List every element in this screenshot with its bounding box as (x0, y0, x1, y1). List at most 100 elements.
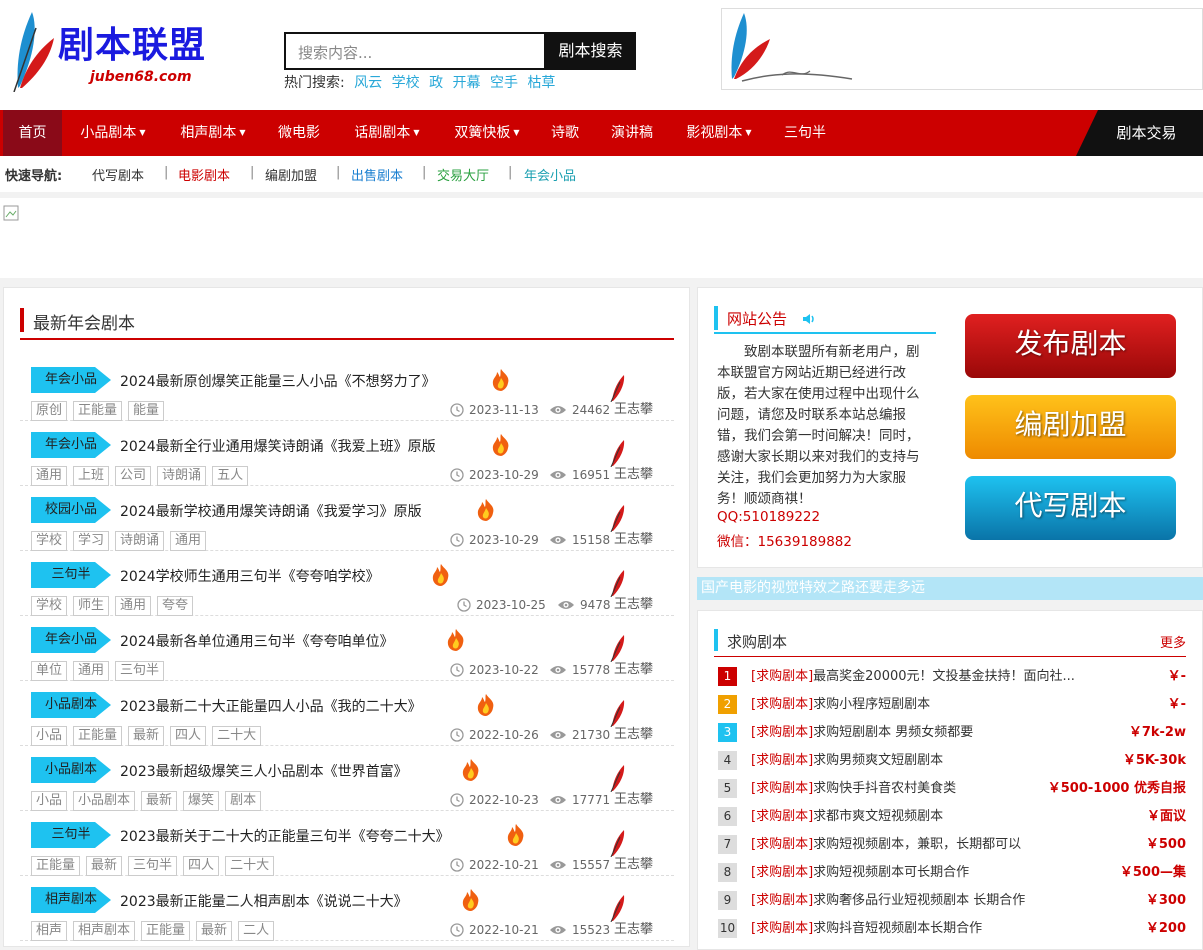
category-badge[interactable]: 小品剧本 (31, 692, 111, 718)
hot-term[interactable]: 开幕 (453, 75, 481, 91)
tag[interactable]: 最新 (128, 726, 165, 746)
tag[interactable]: 原创 (31, 401, 68, 421)
ghostwrite-button[interactable]: 代写剧本 (965, 476, 1176, 540)
buy-request-text[interactable]: [求购剧本]求购短视频剧本可长期合作 (751, 859, 969, 887)
hot-term[interactable]: 枯草 (527, 75, 555, 91)
tag[interactable]: 通用 (170, 531, 207, 551)
category-badge[interactable]: 年会小品 (31, 432, 111, 458)
buy-request-item[interactable]: 4 [求购剧本]求购男频爽文短剧剧本 ￥5K-30k (714, 747, 1186, 775)
tag[interactable]: 通用 (73, 661, 110, 681)
tag[interactable]: 小品剧本 (73, 791, 136, 811)
buy-request-text[interactable]: [求购剧本]求购短剧剧本 男频女频都要 (751, 719, 973, 747)
hot-term[interactable]: 政 (429, 75, 443, 91)
author-name[interactable]: 王志攀 (614, 466, 653, 484)
tag[interactable]: 正能量 (73, 726, 123, 746)
nav-deal-button[interactable]: 剧本交易 (1076, 110, 1203, 156)
buy-request-text[interactable]: [求购剧本]求购短视频剧本，兼职，长期都可以 (751, 831, 1021, 859)
category-badge[interactable]: 年会小品 (31, 627, 111, 653)
site-logo[interactable]: 剧本联盟 juben68.com (6, 8, 226, 92)
buy-request-item[interactable]: 7 [求购剧本]求购短视频剧本，兼职，长期都可以 ￥500 (714, 831, 1186, 859)
script-list-item[interactable]: 相声剧本 2023最新正能量二人相声剧本《说说二十大》 相声 相声剧本 正能量 最新二… (20, 876, 674, 941)
category-badge[interactable]: 三句半 (31, 822, 111, 848)
quick-link[interactable]: 编剧加盟 (265, 165, 317, 184)
script-list-item[interactable]: 校园小品 2024最新学校通用爆笑诗朗诵《我爱学习》原版 学校 学习 诗朗诵 通用 2… (20, 486, 674, 551)
author-name[interactable]: 王志攀 (614, 856, 653, 874)
script-list-item[interactable]: 小品剧本 2023最新超级爆笑三人小品剧本《世界首富》 小品 小品剧本 最新 爆笑 剧本… (20, 746, 674, 811)
tag[interactable]: 诗朗诵 (157, 466, 207, 486)
tag[interactable]: 通用 (31, 466, 68, 486)
tag[interactable]: 最新 (196, 921, 233, 941)
tag[interactable]: 相声剧本 (73, 921, 136, 941)
header-ad[interactable] (721, 8, 1203, 90)
tag[interactable]: 四人 (183, 856, 220, 876)
buy-request-text[interactable]: [求购剧本]求购奢侈品行业短视频剧本 长期合作 (751, 887, 1025, 915)
script-title[interactable]: 2024最新全行业通用爆笑诗朗诵《我爱上班》原版 (120, 436, 436, 456)
nav-sanjuban[interactable]: 三句半 (774, 110, 836, 156)
tag[interactable]: 三句半 (128, 856, 178, 876)
more-link[interactable]: 更多 (1160, 632, 1186, 651)
buy-request-item[interactable]: 9 [求购剧本]求购奢侈品行业短视频剧本 长期合作 ￥300 (714, 887, 1186, 915)
category-badge[interactable]: 三句半 (31, 562, 111, 588)
tag[interactable]: 上班 (73, 466, 110, 486)
tag[interactable]: 三句半 (115, 661, 165, 681)
tag[interactable]: 正能量 (31, 856, 81, 876)
tag[interactable]: 通用 (115, 596, 152, 616)
category-badge[interactable]: 相声剧本 (31, 887, 111, 913)
nav-shige[interactable]: 诗歌 (540, 110, 590, 156)
script-title[interactable]: 2024学校师生通用三句半《夸夸咱学校》 (120, 566, 380, 586)
tag[interactable]: 爆笑 (183, 791, 220, 811)
script-list-item[interactable]: 三句半 2024学校师生通用三句半《夸夸咱学校》 学校 师生 通用 夸夸 2023-1… (20, 551, 674, 616)
script-title[interactable]: 2024最新各单位通用三句半《夸夸咱单位》 (120, 631, 394, 651)
buy-request-item[interactable]: 3 [求购剧本]求购短剧剧本 男频女频都要 ￥7k-2w (714, 719, 1186, 747)
quick-link[interactable]: 出售剧本 (351, 165, 403, 184)
author-name[interactable]: 王志攀 (614, 401, 653, 419)
category-badge[interactable]: 年会小品 (31, 367, 111, 393)
author-name[interactable]: 王志攀 (614, 661, 653, 679)
tag[interactable]: 学习 (73, 531, 110, 551)
nav-yingshi[interactable]: 影视剧本 ▼ (672, 110, 766, 156)
tag[interactable]: 公司 (115, 466, 152, 486)
nav-xiangsheng[interactable]: 相声剧本 ▼ (166, 110, 260, 156)
tag[interactable]: 小品 (31, 726, 68, 746)
buy-request-text[interactable]: [求购剧本]求购男频爽文短剧剧本 (751, 747, 943, 775)
buy-request-text[interactable]: [求购剧本]最高奖金20000元！文投基金扶持！面向社... (751, 663, 1075, 691)
hot-term[interactable]: 空手 (490, 75, 518, 91)
tag[interactable]: 相声 (31, 921, 68, 941)
tag[interactable]: 能量 (128, 401, 165, 421)
buy-request-item[interactable]: 5 [求购剧本]求购快手抖音农村美食类 ￥500-1000 优秀自报 (714, 775, 1186, 803)
buy-request-item[interactable]: 1 [求购剧本]最高奖金20000元！文投基金扶持！面向社... ￥- (714, 663, 1186, 691)
news-strip[interactable]: 国产电影的视觉特效之路还要走多远 (697, 577, 1203, 600)
nav-xiaopin[interactable]: 小品剧本 ▼ (66, 110, 160, 156)
hot-term[interactable]: 学校 (392, 75, 420, 91)
quick-link[interactable]: 交易大厅 (437, 165, 489, 184)
tag[interactable]: 夸夸 (157, 596, 194, 616)
tag[interactable]: 正能量 (73, 401, 123, 421)
quick-link[interactable]: 电影剧本 (178, 165, 230, 184)
category-badge[interactable]: 校园小品 (31, 497, 111, 523)
author-name[interactable]: 王志攀 (614, 531, 653, 549)
quick-link[interactable]: 代写剧本 (92, 165, 144, 184)
script-title[interactable]: 2023最新二十大正能量四人小品《我的二十大》 (120, 696, 422, 716)
tag[interactable]: 剧本 (225, 791, 262, 811)
script-title[interactable]: 2023最新超级爆笑三人小品剧本《世界首富》 (120, 761, 408, 781)
script-list-item[interactable]: 年会小品 2024最新各单位通用三句半《夸夸咱单位》 单位 通用 三句半 2023-… (20, 616, 674, 681)
author-name[interactable]: 王志攀 (614, 726, 653, 744)
tag[interactable]: 学校 (31, 596, 68, 616)
script-title[interactable]: 2024最新原创爆笑正能量三人小品《不想努力了》 (120, 371, 436, 391)
tag[interactable]: 二十大 (212, 726, 262, 746)
buy-request-item[interactable]: 2 [求购剧本]求购小程序短剧剧本 ￥- (714, 691, 1186, 719)
hot-term[interactable]: 风云 (354, 75, 382, 91)
tag[interactable]: 小品 (31, 791, 68, 811)
tag[interactable]: 师生 (73, 596, 110, 616)
tag[interactable]: 五人 (212, 466, 249, 486)
search-input[interactable]: 搜索内容... (284, 32, 546, 70)
author-name[interactable]: 王志攀 (614, 921, 653, 939)
tag[interactable]: 正能量 (141, 921, 191, 941)
script-list-item[interactable]: 年会小品 2024最新原创爆笑正能量三人小品《不想努力了》 原创 正能量 能量 20… (20, 356, 674, 421)
nav-shuanghuang[interactable]: 双簧快板 ▼ (440, 110, 534, 156)
tag[interactable]: 最新 (141, 791, 178, 811)
buy-request-text[interactable]: [求购剧本]求购抖音短视频剧本长期合作 (751, 915, 982, 943)
author-name[interactable]: 王志攀 (614, 791, 653, 809)
nav-huaju[interactable]: 话剧剧本 ▼ (340, 110, 434, 156)
script-title[interactable]: 2024最新学校通用爆笑诗朗诵《我爱学习》原版 (120, 501, 422, 521)
